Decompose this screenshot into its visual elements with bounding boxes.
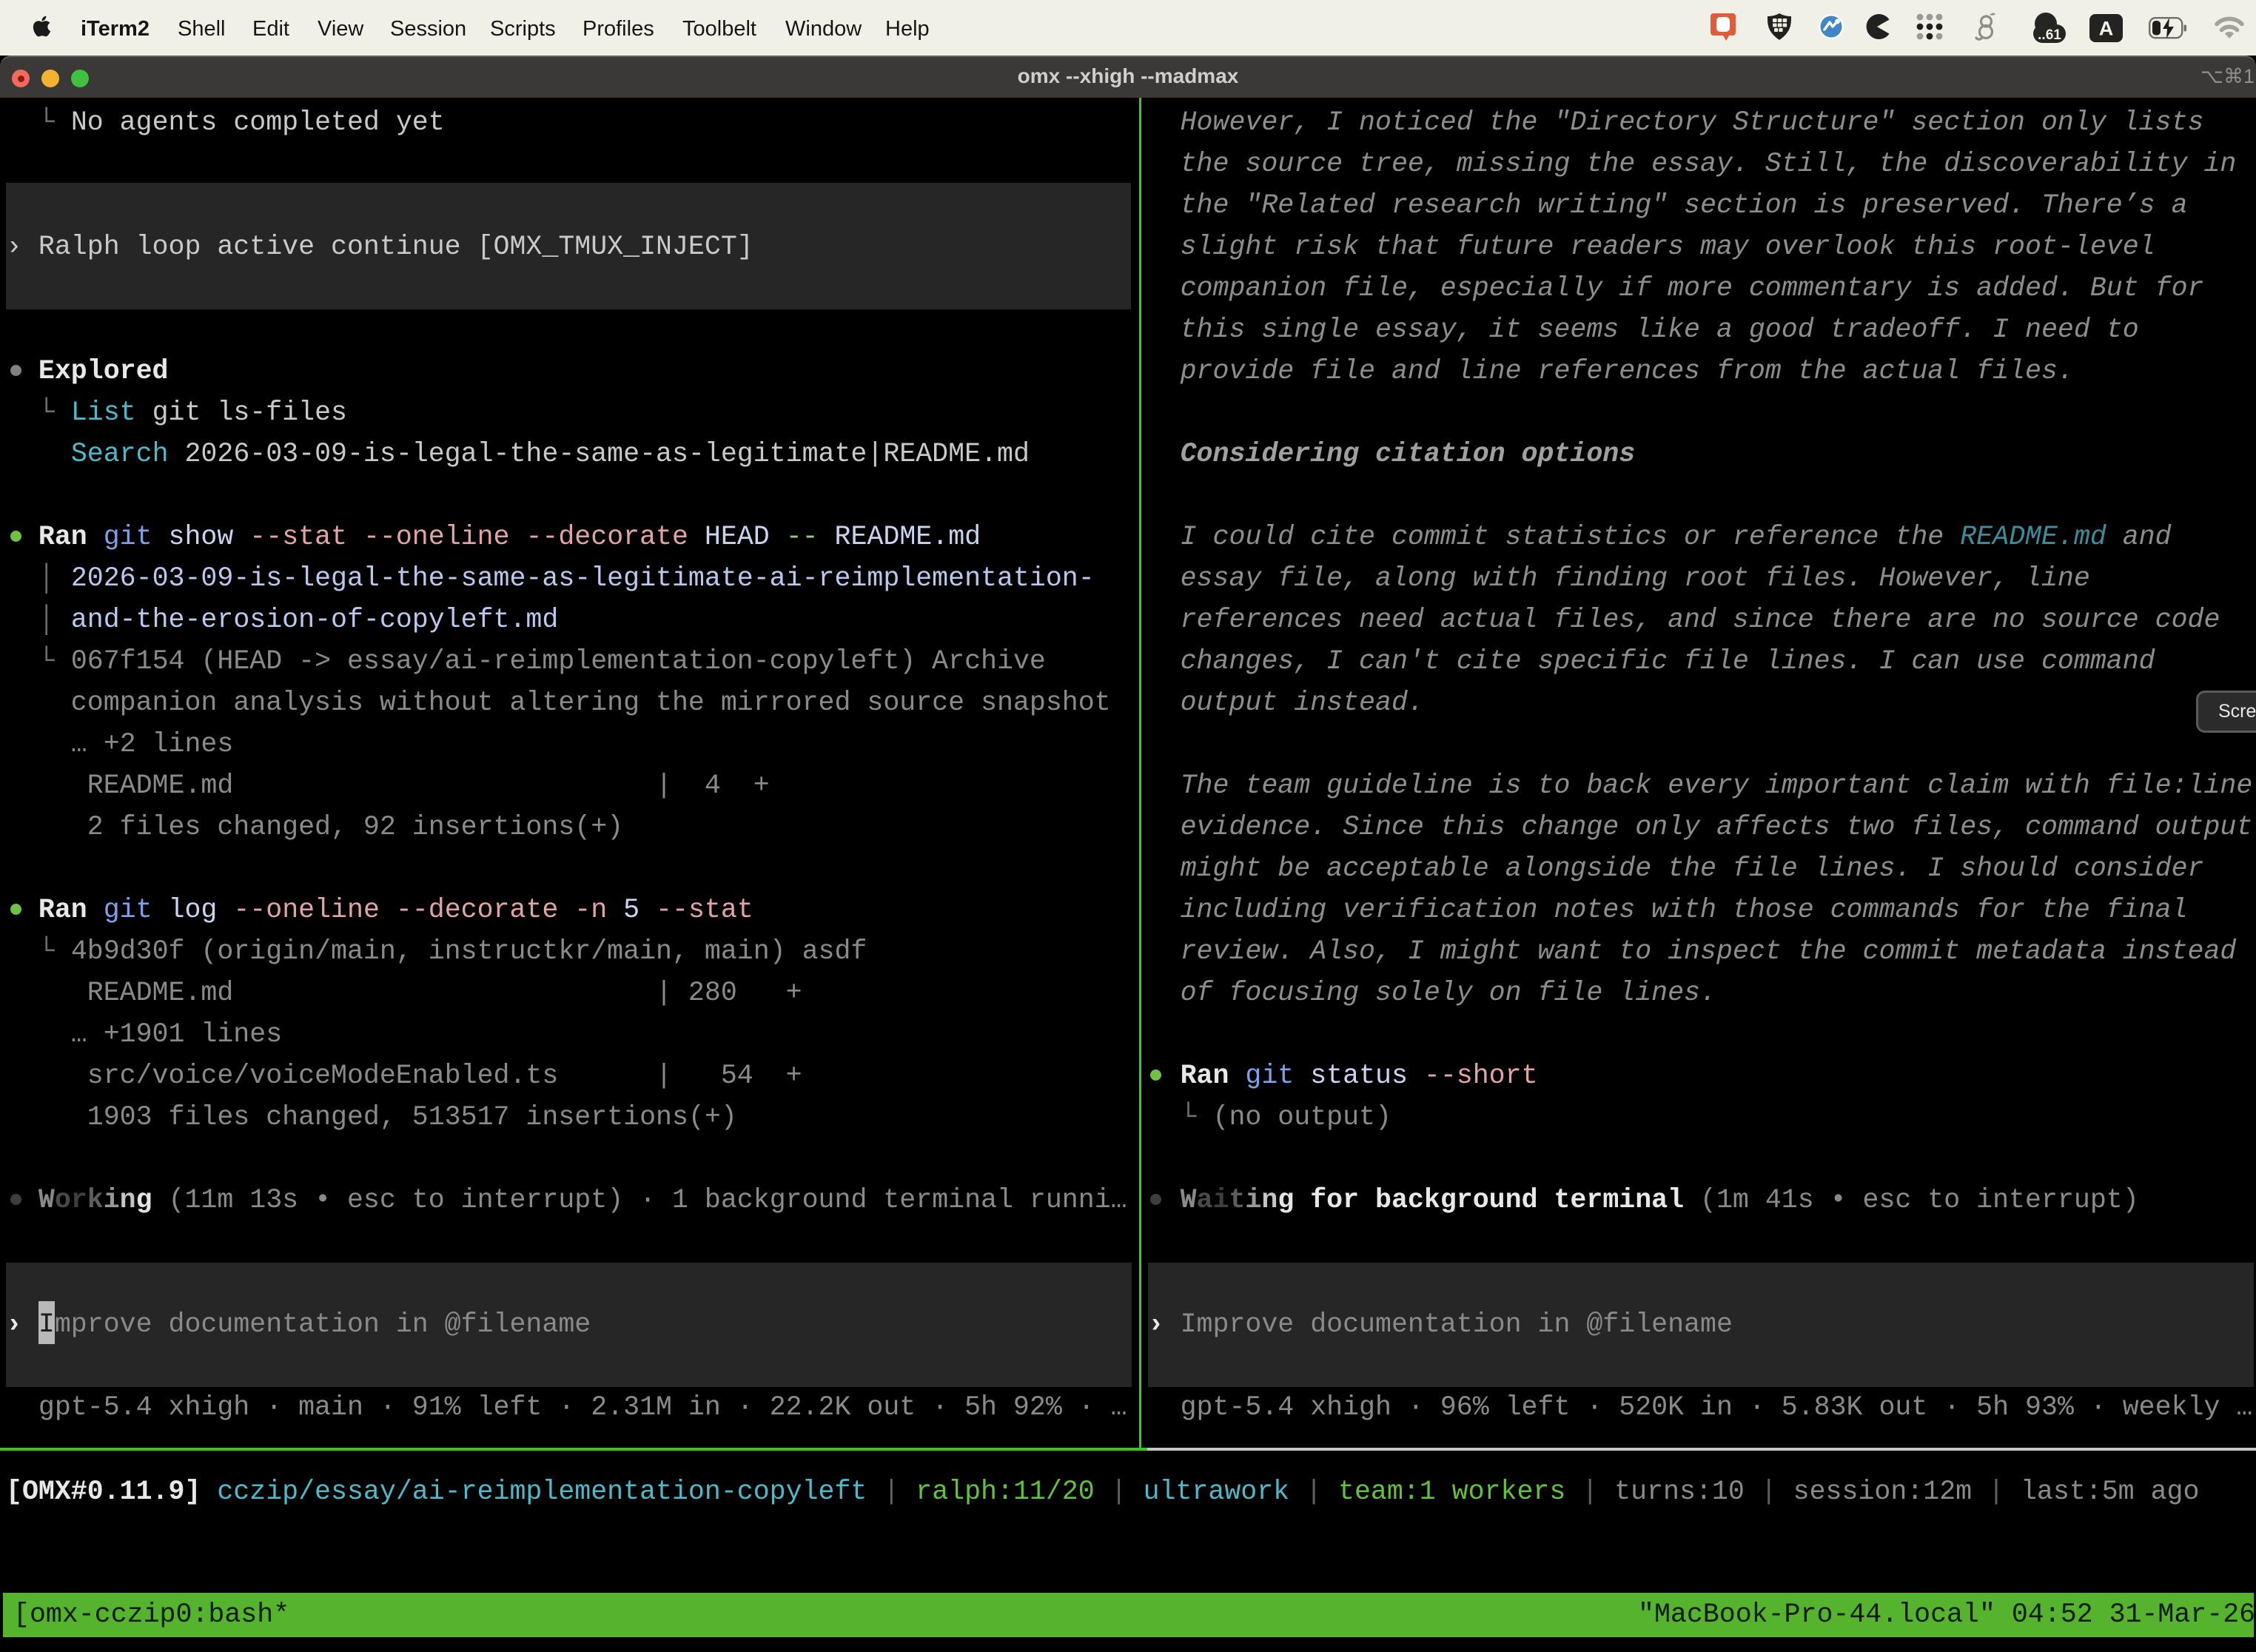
svg-text:..61: ..61 [2038,27,2061,43]
svg-text:A: A [2099,18,2114,40]
